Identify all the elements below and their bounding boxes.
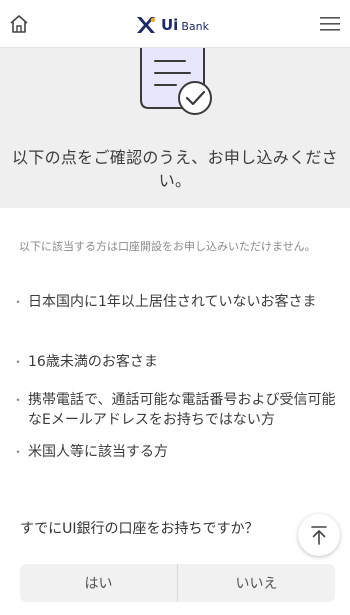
page-title: 以下の点をご確認のうえ、お申し込みください。 xyxy=(11,148,338,190)
hero-section: 以下の点をご確認のうえ、お申し込みください。 xyxy=(0,48,350,208)
list-item: 米国人等に該当する方 xyxy=(12,442,340,462)
brand-logo[interactable]: Ui Bank xyxy=(135,14,209,36)
arrow-up-icon xyxy=(311,526,327,545)
header: Ui Bank xyxy=(0,0,350,48)
hamburger-menu-icon xyxy=(320,17,340,31)
logo-mark-icon xyxy=(137,17,156,33)
no-button[interactable]: いいえ xyxy=(177,564,335,602)
list-item: 16歳未満のお客さま xyxy=(12,352,340,372)
list-item: 日本国内に1年以上居住されていないお客さま xyxy=(12,292,340,312)
account-question: すでにUI銀行の口座をお持ちですか？ xyxy=(20,521,259,537)
account-choice-group: はい いいえ xyxy=(20,564,335,602)
intro-text: 以下に該当する方は口座開設をお申し込みいただけません。 xyxy=(19,240,316,253)
logo-ui-text: Ui xyxy=(161,16,179,34)
logo-bank-text: Bank xyxy=(181,19,209,33)
home-button[interactable] xyxy=(9,14,29,34)
list-item: 携帯電話で、通話可能な電話番号および受信可能なEメールアドレスをお持ちではない方 xyxy=(12,390,340,430)
home-icon xyxy=(10,15,28,33)
scroll-to-top-button[interactable] xyxy=(298,514,340,556)
document-check-icon xyxy=(140,48,212,115)
yes-button[interactable]: はい xyxy=(20,564,177,602)
menu-button[interactable] xyxy=(320,16,340,32)
